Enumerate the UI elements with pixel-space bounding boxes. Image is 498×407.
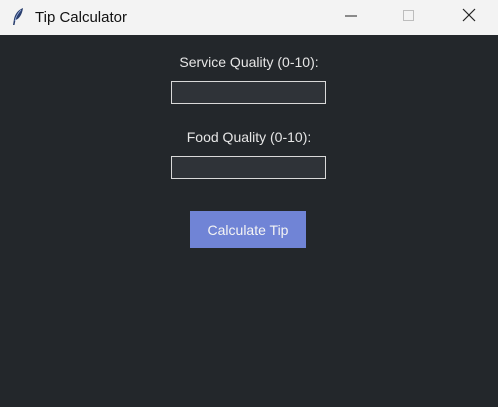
close-button[interactable] xyxy=(446,0,492,35)
feather-icon xyxy=(10,7,26,27)
minimize-button[interactable] xyxy=(328,0,374,35)
service-quality-input[interactable] xyxy=(171,81,326,104)
maximize-icon xyxy=(403,9,415,27)
food-quality-input[interactable] xyxy=(171,156,326,179)
title-bar[interactable]: Tip Calculator xyxy=(0,0,498,35)
main-content: Service Quality (0-10): Food Quality (0-… xyxy=(0,35,498,407)
close-icon xyxy=(462,8,476,27)
food-quality-label: Food Quality (0-10): xyxy=(186,129,312,145)
maximize-button[interactable] xyxy=(386,0,432,35)
minimize-icon xyxy=(345,9,357,27)
service-quality-label: Service Quality (0-10): xyxy=(179,54,319,70)
calculate-tip-button[interactable]: Calculate Tip xyxy=(190,211,306,248)
window-title: Tip Calculator xyxy=(35,9,127,26)
app-window: Tip Calculator Service Quality (0-10): F… xyxy=(0,0,498,407)
